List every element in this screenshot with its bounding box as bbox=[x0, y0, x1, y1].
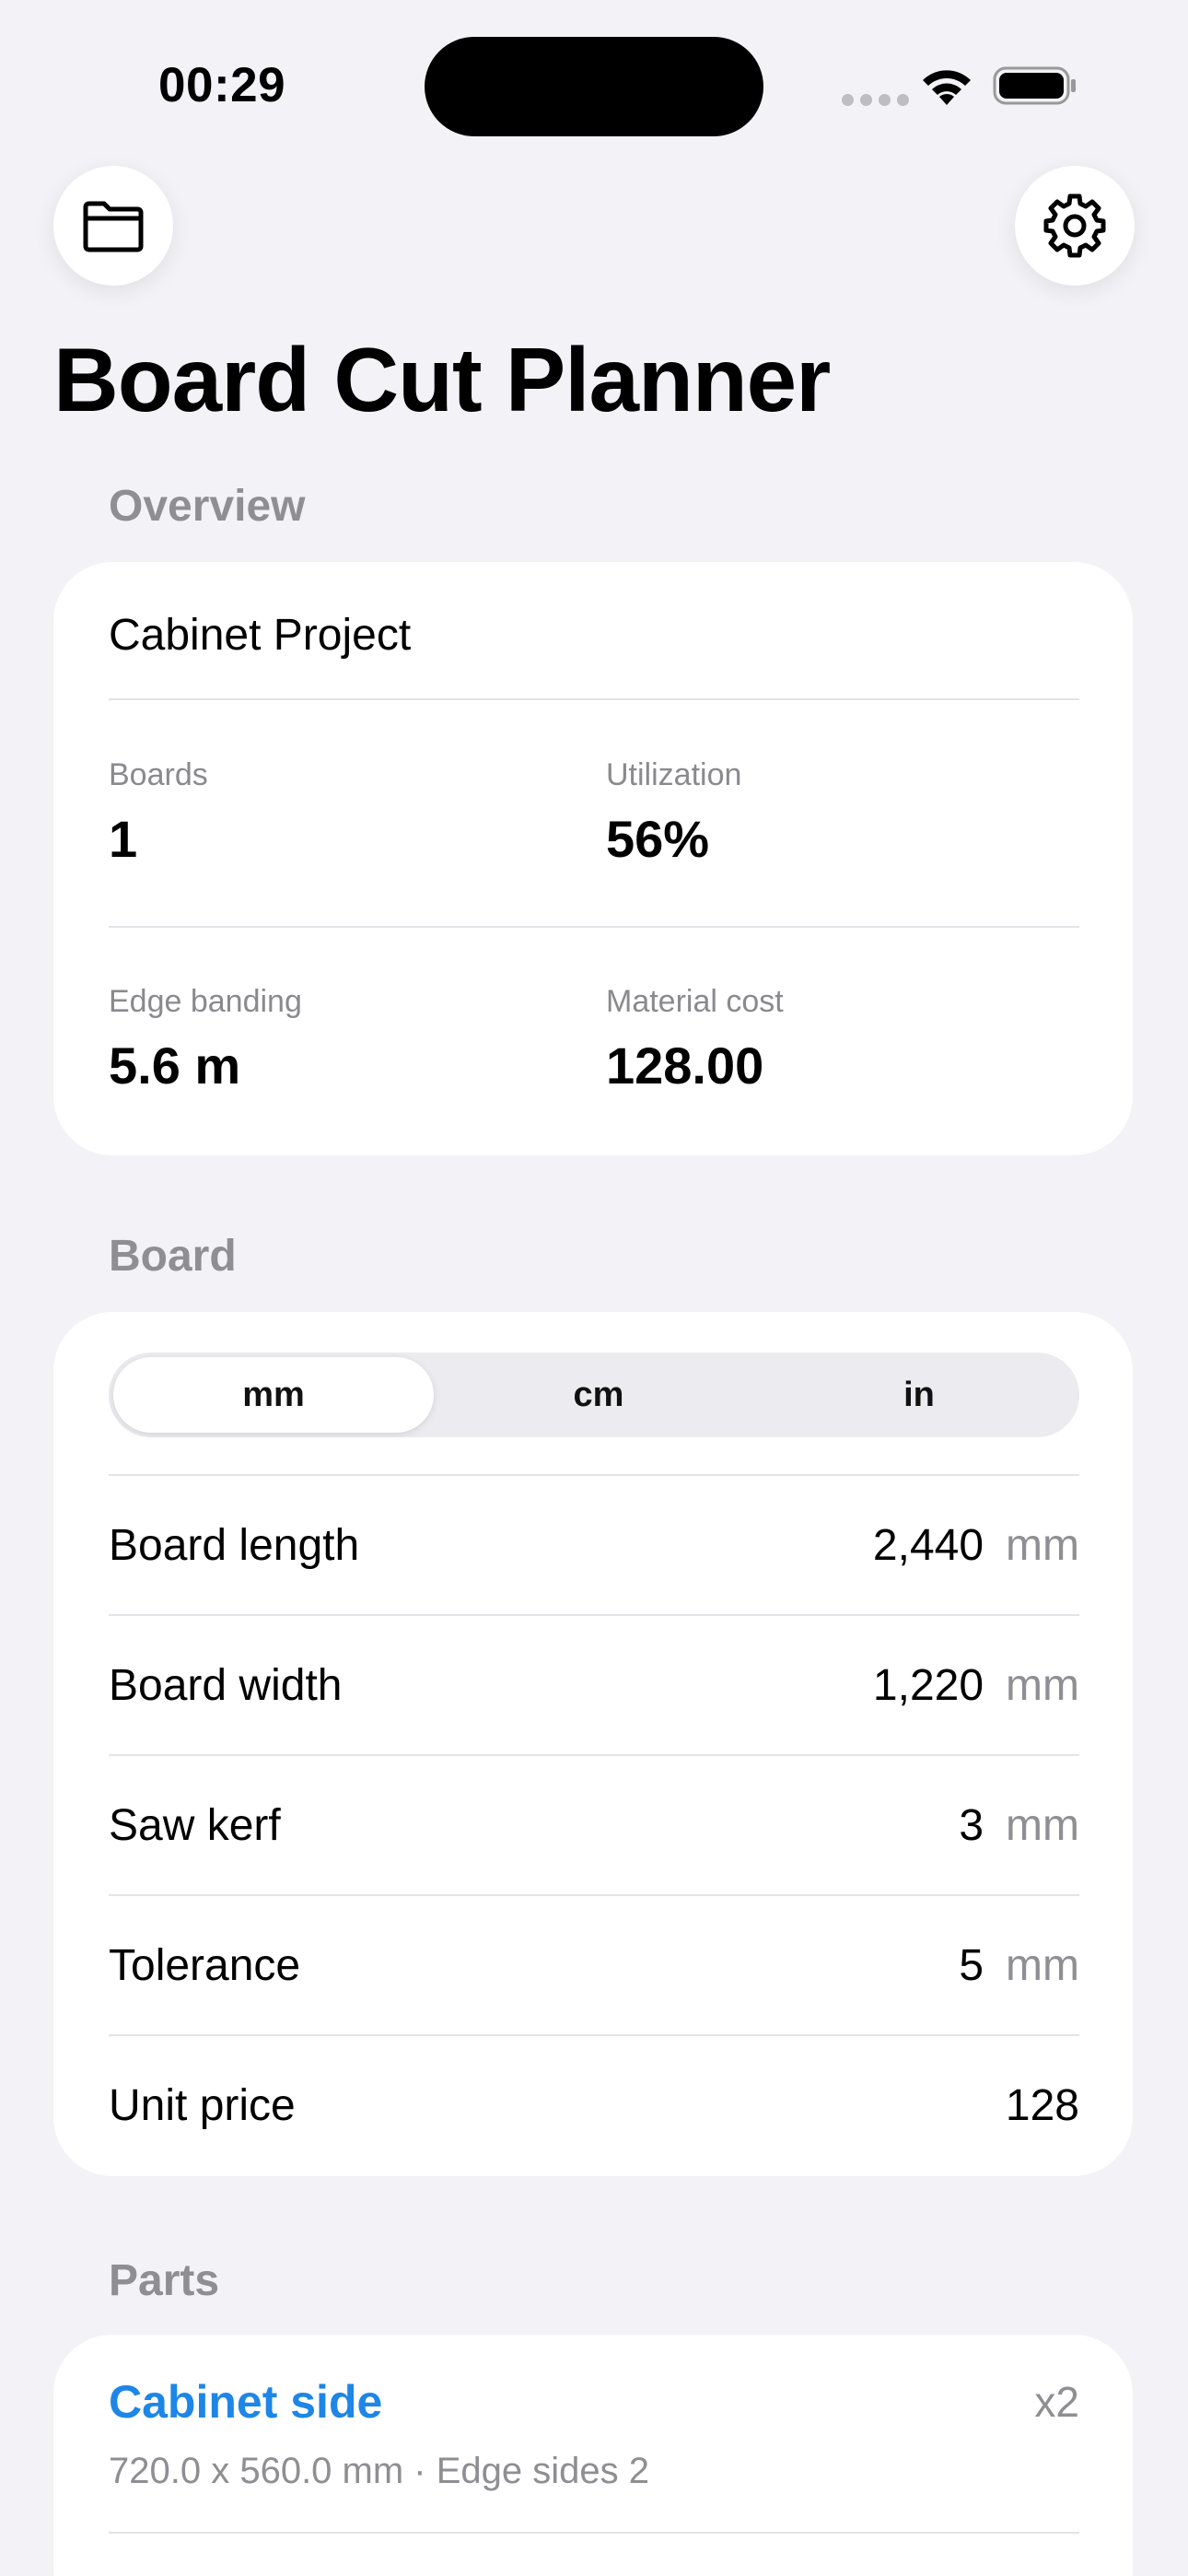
utilization-label: Utilization bbox=[606, 757, 742, 792]
project-name[interactable]: Cabinet Project bbox=[109, 610, 411, 661]
board-length-value[interactable]: 2,440 bbox=[873, 1520, 984, 1571]
board-width-value[interactable]: 1,220 bbox=[873, 1660, 984, 1711]
board-width-unit: mm bbox=[1006, 1661, 1079, 1710]
board-section-title: Board bbox=[109, 1232, 237, 1281]
unit-segment-mm[interactable]: mm bbox=[113, 1357, 434, 1433]
unit-segmented-control[interactable]: mm cm in bbox=[109, 1352, 1079, 1437]
battery-icon bbox=[993, 66, 1076, 105]
status-time: 00:29 bbox=[158, 58, 286, 112]
utilization-value: 56% bbox=[606, 810, 710, 868]
edge-banding-label: Edge banding bbox=[109, 984, 302, 1019]
part-name[interactable]: Cabinet side bbox=[109, 2375, 382, 2429]
board-width-label: Board width bbox=[109, 1661, 343, 1710]
gear-icon bbox=[1043, 193, 1106, 258]
unit-segment-in[interactable]: in bbox=[759, 1352, 1079, 1437]
board-card: mm cm in Board length 2,440 mm Board wid… bbox=[53, 1312, 1133, 2176]
saw-kerf-unit: mm bbox=[1006, 1801, 1079, 1850]
dynamic-island bbox=[425, 37, 763, 136]
saw-kerf-value[interactable]: 3 bbox=[959, 1800, 984, 1851]
cellular-signal-icon bbox=[842, 94, 909, 106]
part-detail: 720.0 x 560.0 mm · Edge sides 2 bbox=[109, 2451, 649, 2491]
boards-value: 1 bbox=[109, 810, 138, 868]
settings-button[interactable] bbox=[1015, 166, 1135, 286]
folder-icon bbox=[83, 201, 144, 252]
board-length-label: Board length bbox=[109, 1521, 360, 1570]
saw-kerf-label: Saw kerf bbox=[109, 1801, 281, 1850]
unit-price-label: Unit price bbox=[109, 2081, 296, 2130]
material-cost-value: 128.00 bbox=[606, 1036, 764, 1095]
board-length-unit: mm bbox=[1006, 1521, 1079, 1570]
tolerance-field[interactable]: 5 mm bbox=[959, 1940, 1079, 1991]
unit-price-value[interactable]: 128 bbox=[1006, 2080, 1079, 2131]
boards-label: Boards bbox=[109, 757, 208, 792]
overview-section-title: Overview bbox=[109, 482, 306, 531]
tolerance-value[interactable]: 5 bbox=[959, 1940, 984, 1991]
board-width-field[interactable]: 1,220 mm bbox=[873, 1660, 1079, 1711]
page-title: Board Cut Planner bbox=[53, 329, 831, 430]
tolerance-unit: mm bbox=[1006, 1941, 1079, 1990]
overview-card: Cabinet Project Boards 1 Utilization 56%… bbox=[53, 562, 1133, 1155]
wifi-icon bbox=[923, 70, 971, 105]
material-cost-label: Material cost bbox=[606, 984, 784, 1019]
unit-price-field[interactable]: 128 bbox=[1006, 2080, 1079, 2131]
tolerance-label: Tolerance bbox=[109, 1941, 301, 1990]
parts-card: Cabinet side x2 720.0 x 560.0 mm · Edge … bbox=[53, 2335, 1133, 2576]
parts-section-title: Parts bbox=[109, 2256, 220, 2305]
board-length-field[interactable]: 2,440 mm bbox=[873, 1520, 1079, 1571]
open-projects-button[interactable] bbox=[53, 166, 173, 286]
saw-kerf-field[interactable]: 3 mm bbox=[959, 1800, 1079, 1851]
part-quantity: x2 bbox=[1034, 2378, 1079, 2426]
edge-banding-value: 5.6 m bbox=[109, 1036, 241, 1095]
unit-segment-cm[interactable]: cm bbox=[438, 1352, 759, 1437]
